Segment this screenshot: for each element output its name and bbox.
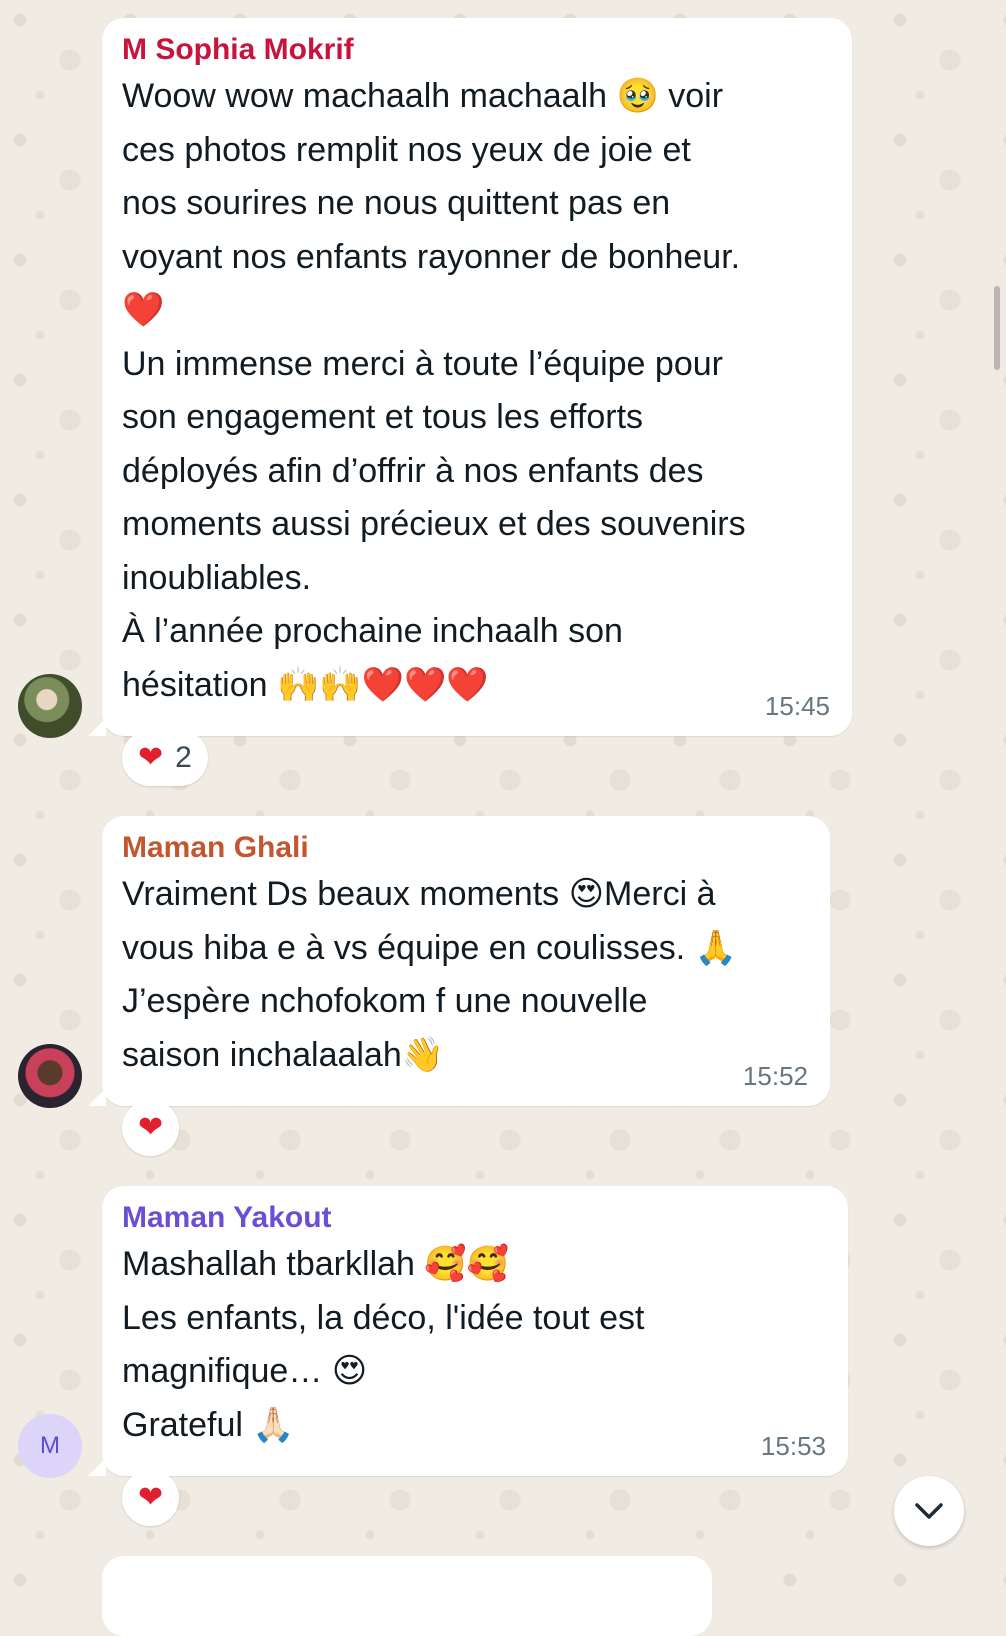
message-timestamp: 15:53 <box>760 1431 826 1461</box>
heart-icon: ❤ <box>138 741 164 774</box>
message-timestamp: 15:45 <box>764 691 830 721</box>
reaction-badge[interactable]: ❤ <box>122 1100 180 1156</box>
chevron-down-icon <box>915 1503 943 1519</box>
reaction-badge[interactable]: ❤ <box>122 1470 180 1526</box>
sender-avatar[interactable]: M <box>18 1414 82 1478</box>
message-text: Woow wow machaalh machaalh 🥹 voir ces ph… <box>122 77 746 704</box>
reaction-badge[interactable]: ❤ 2 <box>122 730 208 786</box>
bubble-tail <box>88 1458 106 1476</box>
avatar-initial: M <box>40 1432 60 1459</box>
chat-message-list: M Sophia Mokrif Woow wow machaalh machaa… <box>0 0 1006 1636</box>
message-timestamp: 15:52 <box>742 1061 808 1091</box>
message-text: Vraiment Ds beaux moments 😍Merci à vous … <box>122 875 738 1074</box>
sender-avatar[interactable] <box>18 1044 82 1108</box>
scrollbar[interactable] <box>994 286 1000 370</box>
sender-name[interactable]: Maman Ghali <box>122 830 808 866</box>
sender-name[interactable]: M Sophia Mokrif <box>122 32 830 68</box>
heart-icon: ❤ <box>138 1111 164 1144</box>
heart-icon: ❤ <box>138 1481 164 1514</box>
bubble-tail <box>88 1088 106 1106</box>
message-text: Mashallah tbarkllah 🥰🥰 Les enfants, la d… <box>122 1245 645 1444</box>
sender-name[interactable]: Maman Yakout <box>122 1200 826 1236</box>
message-bubble[interactable] <box>102 1556 712 1636</box>
bubble-tail <box>88 718 106 736</box>
sender-avatar[interactable] <box>18 674 82 738</box>
reaction-count: 2 <box>175 741 192 774</box>
message-bubble[interactable]: Maman Ghali Vraiment Ds beaux moments 😍M… <box>88 816 830 1106</box>
scroll-to-bottom-button[interactable] <box>894 1476 964 1546</box>
message-bubble[interactable]: Maman Yakout Mashallah tbarkllah 🥰🥰 Les … <box>88 1186 848 1476</box>
message-bubble[interactable]: M Sophia Mokrif Woow wow machaalh machaa… <box>88 18 852 736</box>
